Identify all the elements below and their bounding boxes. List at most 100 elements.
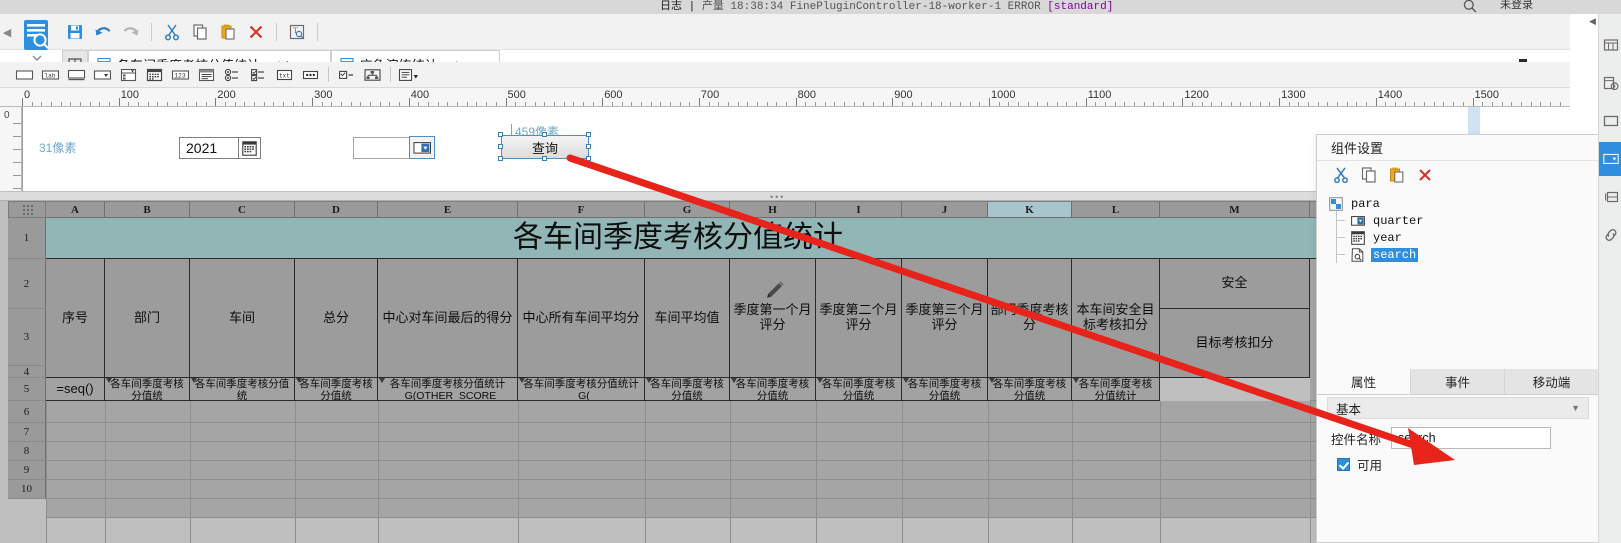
copy-icon[interactable] — [1359, 165, 1379, 185]
tree-node-para[interactable]: para — [1329, 195, 1599, 212]
checkbox-group-icon[interactable] — [246, 64, 271, 86]
tree-node-year[interactable]: year — [1351, 229, 1599, 246]
resize-handle-ne[interactable] — [586, 132, 591, 137]
cut-icon[interactable] — [1331, 165, 1351, 185]
formula-cell-g[interactable]: 各车间季度考核分值统 — [645, 378, 730, 401]
resize-handle-e[interactable] — [586, 144, 591, 149]
user-login-label[interactable]: 未登录 — [1500, 0, 1533, 12]
number-field-icon[interactable]: 123 — [168, 64, 193, 86]
row-header-8[interactable]: 8 — [8, 442, 46, 461]
tree-icon[interactable] — [360, 64, 385, 86]
tab-mobile[interactable]: 移动端 — [1505, 369, 1599, 394]
header-cell-k[interactable]: 部门季度考核分 — [988, 259, 1072, 378]
save-icon[interactable] — [62, 19, 88, 45]
row-header-6[interactable]: 6 — [8, 401, 46, 423]
header-cell-h[interactable]: 季度第一个月评分 — [730, 259, 816, 378]
redo-icon[interactable] — [118, 19, 144, 45]
tree-node-quarter[interactable]: quarter — [1351, 212, 1599, 229]
quarter-input[interactable] — [353, 137, 413, 159]
formula-cell-b[interactable]: 各车间季度考核分值统 — [105, 378, 190, 401]
formula-cell-a[interactable]: =seq() — [46, 378, 105, 401]
header-cell-e[interactable]: 中心对车间最后的得分 — [378, 259, 518, 378]
resize-handle-nw[interactable] — [498, 132, 503, 137]
more-widgets-icon[interactable] — [396, 64, 421, 86]
column-header-b[interactable]: B — [105, 201, 190, 218]
column-header-i[interactable]: I — [816, 201, 902, 218]
undo-icon[interactable] — [90, 19, 116, 45]
text-field-icon[interactable] — [12, 64, 37, 86]
dataset-icon[interactable] — [1599, 66, 1621, 100]
enabled-checkbox-row[interactable]: 可用 — [1337, 455, 1382, 474]
header-cell-g[interactable]: 车间平均值 — [645, 259, 730, 378]
label-icon[interactable]: lab — [38, 64, 63, 86]
formula-cell-h[interactable]: 各车间季度考核分值统 — [730, 378, 816, 401]
checkbox-checked-icon[interactable] — [1337, 458, 1350, 471]
formula-cell-i[interactable]: 各车间季度考核分值统 — [816, 378, 902, 401]
row-header-4[interactable]: 4 — [8, 366, 46, 378]
iframe-icon[interactable] — [334, 64, 359, 86]
format-brush-icon[interactable]: T — [284, 19, 310, 45]
copy-icon[interactable] — [187, 19, 213, 45]
header-cell-j[interactable]: 季度第三个月评分 — [902, 259, 988, 378]
resize-handle-w[interactable] — [498, 144, 503, 149]
formula-cell-d[interactable]: 各车间季度考核分值统 — [295, 378, 378, 401]
select-all-corner[interactable] — [8, 201, 46, 218]
cut-icon[interactable] — [159, 19, 185, 45]
finereport-logo-icon[interactable] — [16, 16, 58, 62]
column-header-l[interactable]: L — [1072, 201, 1160, 218]
resize-handle-s[interactable] — [542, 156, 547, 161]
column-header-c[interactable]: C — [190, 201, 295, 218]
password-icon[interactable] — [298, 64, 323, 86]
formula-cell-c[interactable]: 各车间季度考核分值统 — [190, 378, 295, 401]
column-header-m[interactable]: M — [1160, 201, 1310, 218]
report-block-icon[interactable] — [1599, 28, 1621, 62]
text-button-icon[interactable]: txt — [272, 64, 297, 86]
toolbar-collapse-icon[interactable]: ◀ — [2, 26, 12, 40]
report-title-cell[interactable]: 各车间季度考核分值统计 — [46, 218, 1310, 259]
date-picker-icon[interactable] — [142, 64, 167, 86]
widget-dropdown-icon[interactable] — [1599, 142, 1621, 176]
header-cell-d[interactable]: 总分 — [295, 259, 378, 378]
formula-cell-j[interactable]: 各车间季度考核分值统 — [902, 378, 988, 401]
formula-cell-l[interactable]: 各车间季度考核分值统计_G(XX_TEST — [1072, 378, 1160, 401]
cell-element-icon[interactable] — [1599, 180, 1621, 214]
tab-properties[interactable]: 属性 — [1317, 369, 1411, 394]
row-header-7[interactable]: 7 — [8, 423, 46, 442]
column-header-d[interactable]: D — [295, 201, 378, 218]
search-icon[interactable] — [1462, 0, 1478, 14]
header-cell-f[interactable]: 中心所有车间平均分 — [518, 259, 645, 378]
column-header-j[interactable]: J — [902, 201, 988, 218]
tree-node-search[interactable]: search — [1351, 246, 1599, 263]
row-header-2[interactable]: 2 — [8, 259, 46, 309]
column-header-g[interactable]: G — [645, 201, 730, 218]
resize-handle-sw[interactable] — [498, 156, 503, 161]
column-header-f[interactable]: F — [518, 201, 645, 218]
text-area-icon[interactable] — [64, 64, 89, 86]
list-icon[interactable] — [194, 64, 219, 86]
chevron-down-icon[interactable]: ▼ — [1571, 403, 1580, 413]
header-cell-m-top[interactable]: 安全 — [1160, 259, 1310, 309]
paste-icon[interactable] — [1387, 165, 1407, 185]
frame-icon[interactable] — [1599, 104, 1621, 138]
calendar-icon[interactable] — [239, 137, 261, 159]
row-header-9[interactable]: 9 — [8, 461, 46, 480]
delete-icon[interactable] — [243, 19, 269, 45]
header-cell-l[interactable]: 本车间安全目标考核扣分 — [1072, 259, 1160, 378]
combo-tree-icon[interactable] — [116, 64, 141, 86]
year-input[interactable]: 2021 — [179, 137, 239, 159]
widget-name-input[interactable]: search — [1391, 427, 1552, 449]
column-header-k[interactable]: K — [988, 201, 1072, 218]
hyperlink-icon[interactable] — [1599, 218, 1621, 252]
delete-icon[interactable] — [1415, 165, 1435, 185]
header-cell-c[interactable]: 车间 — [190, 259, 295, 378]
row-header-3[interactable]: 3 — [8, 309, 46, 366]
dropdown-arrow-icon[interactable] — [409, 136, 435, 159]
resize-handle-se[interactable] — [586, 156, 591, 161]
row-header-10[interactable]: 10 — [8, 480, 46, 499]
column-header-a[interactable]: A — [46, 201, 105, 218]
combobox-icon[interactable] — [90, 64, 115, 86]
radio-group-icon[interactable] — [220, 64, 245, 86]
formula-cell-k[interactable]: 各车间季度考核分值统 — [988, 378, 1072, 401]
paste-icon[interactable] — [215, 19, 241, 45]
tab-events[interactable]: 事件 — [1411, 369, 1505, 394]
